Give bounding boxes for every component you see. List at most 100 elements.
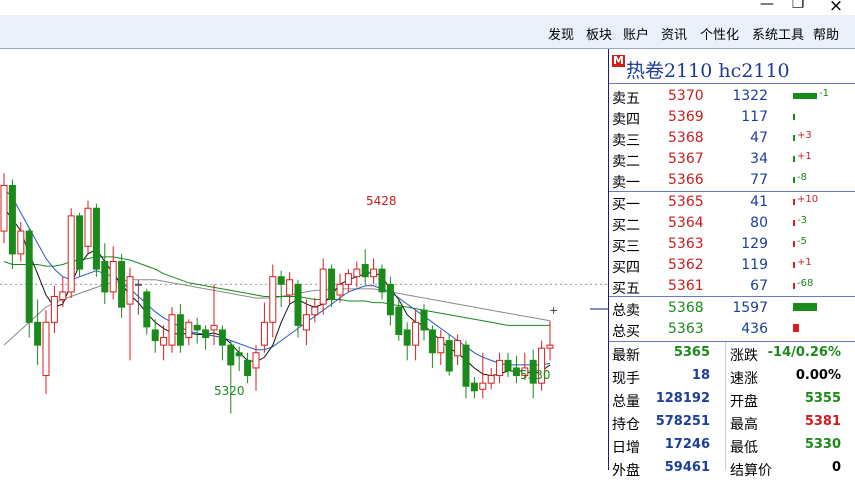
candle-body (151, 329, 159, 342)
level-label: 卖一 (612, 175, 640, 191)
candle-body (202, 329, 210, 339)
stat-label: 结算价 (730, 463, 772, 479)
stat-row: 持仓 578251 最高 5381 (609, 411, 855, 434)
total-volume: 436 (741, 321, 768, 337)
sell-level-row[interactable]: 卖四 5369 117 (609, 107, 855, 128)
candle-body (84, 207, 92, 247)
level-price: 5366 (668, 172, 704, 188)
level-change: +1 (797, 151, 812, 162)
menu-personalize[interactable]: 个性化 (700, 24, 739, 43)
candle-body (235, 352, 243, 357)
stat-label: 涨跌 (730, 348, 758, 364)
stat-row: 最新 5365 涨跌 -14/0.26% (609, 342, 855, 365)
candle-body (420, 309, 428, 331)
stat-value: 18 (691, 368, 710, 383)
menu-account[interactable]: 账户 (623, 24, 649, 43)
buy-level-row[interactable]: 买二 5364 80 -3 (609, 213, 855, 234)
level-price: 5363 (668, 236, 704, 252)
candle-body (101, 261, 109, 293)
menu-help[interactable]: 帮助 (813, 24, 839, 43)
stat-label: 日增 (612, 440, 640, 456)
total-volume-bar (793, 324, 799, 332)
candle-body (496, 359, 504, 377)
stat-value: 0.00% (795, 368, 841, 383)
candle-body (185, 321, 193, 339)
buy-level-row[interactable]: 买四 5362 119 +1 (609, 255, 855, 276)
minimize-icon[interactable]: — (752, 0, 782, 12)
kline-chart-svg[interactable]: 5428 5320 5330 + (0, 49, 608, 470)
candle-body (25, 230, 33, 323)
candle-body (92, 207, 100, 270)
candle-body (479, 382, 487, 390)
level-change: -1 (819, 88, 829, 99)
stat-label: 速涨 (730, 371, 758, 387)
kline-chart[interactable]: 5428 5320 5330 + (0, 49, 608, 470)
stat-label: 最新 (612, 348, 640, 364)
candle-body (336, 283, 344, 296)
volume-bar (793, 283, 795, 289)
stat-value: 5381 (804, 414, 841, 429)
level-label: 卖三 (612, 133, 640, 149)
buy-level-row[interactable]: 买五 5361 67 -68 (609, 276, 855, 297)
total-row[interactable]: 总买 5363 436 (609, 319, 855, 340)
candle-body (294, 283, 302, 326)
stat-value: 5330 (804, 437, 841, 452)
candle-body (470, 382, 478, 392)
buy-level-row[interactable]: 买三 5363 129 -5 (609, 234, 855, 255)
level-volume: 41 (750, 194, 768, 210)
stat-value: 5365 (673, 345, 710, 360)
sell-level-row[interactable]: 卖三 5368 47 +3 (609, 128, 855, 149)
stat-value: 0 (831, 460, 841, 475)
candle-body (361, 264, 369, 278)
menu-system-tools[interactable]: 系统工具 (752, 24, 804, 43)
candle-body (546, 344, 554, 349)
candle-body (378, 268, 386, 293)
contract-title[interactable]: 热卷2110 hc2110 (626, 56, 790, 83)
candle-body (286, 279, 294, 296)
candle-body (277, 276, 285, 285)
candle-body (109, 261, 117, 293)
level-label: 卖二 (612, 154, 640, 170)
menu-discover[interactable]: 发现 (548, 24, 574, 43)
level-price: 5367 (668, 151, 704, 167)
level-change: +10 (797, 194, 819, 205)
stat-label: 总量 (612, 394, 640, 410)
total-row[interactable]: 总卖 5368 1597 (609, 298, 855, 319)
stat-value: 128192 (655, 391, 710, 406)
sell-level-row[interactable]: 卖二 5367 34 +1 (609, 149, 855, 170)
stat-label: 开盘 (730, 394, 758, 410)
volume-bar (793, 114, 795, 120)
level-price: 5365 (668, 194, 704, 210)
candle-body (344, 273, 352, 285)
buy-level-row[interactable]: 买一 5365 41 +10 (609, 192, 855, 213)
stat-value: 578251 (655, 414, 710, 429)
sell-level-row[interactable]: 卖五 5370 1322 -1 (609, 86, 855, 107)
restore-icon[interactable]: ❐ (783, 0, 813, 12)
volume-bar (793, 135, 795, 141)
candle-body (412, 321, 420, 346)
level-volume: 117 (741, 109, 768, 125)
level-label: 买五 (612, 281, 640, 297)
level-volume: 34 (750, 151, 768, 167)
volume-bar (793, 220, 795, 226)
level-label: 买一 (612, 197, 640, 213)
volume-bar (793, 156, 795, 162)
candle-body (244, 359, 252, 377)
stat-value: 17246 (664, 437, 710, 452)
divider (609, 296, 855, 297)
sell-level-row[interactable]: 卖一 5366 77 -8 (609, 170, 855, 191)
candle-body (59, 291, 67, 301)
menu-news[interactable]: 资讯 (661, 24, 687, 43)
close-icon[interactable]: × (821, 0, 851, 16)
level-volume: 1322 (732, 88, 768, 104)
ma-long-line (3, 279, 551, 346)
level-label: 买三 (612, 239, 640, 255)
candle-body (487, 375, 495, 384)
candle-body (462, 344, 470, 387)
stat-column-divider (725, 342, 726, 470)
menu-sectors[interactable]: 板块 (586, 24, 612, 43)
candle-body (34, 321, 42, 346)
candle-body (50, 295, 58, 323)
candle-body (218, 329, 226, 346)
total-label: 总买 (612, 324, 640, 340)
